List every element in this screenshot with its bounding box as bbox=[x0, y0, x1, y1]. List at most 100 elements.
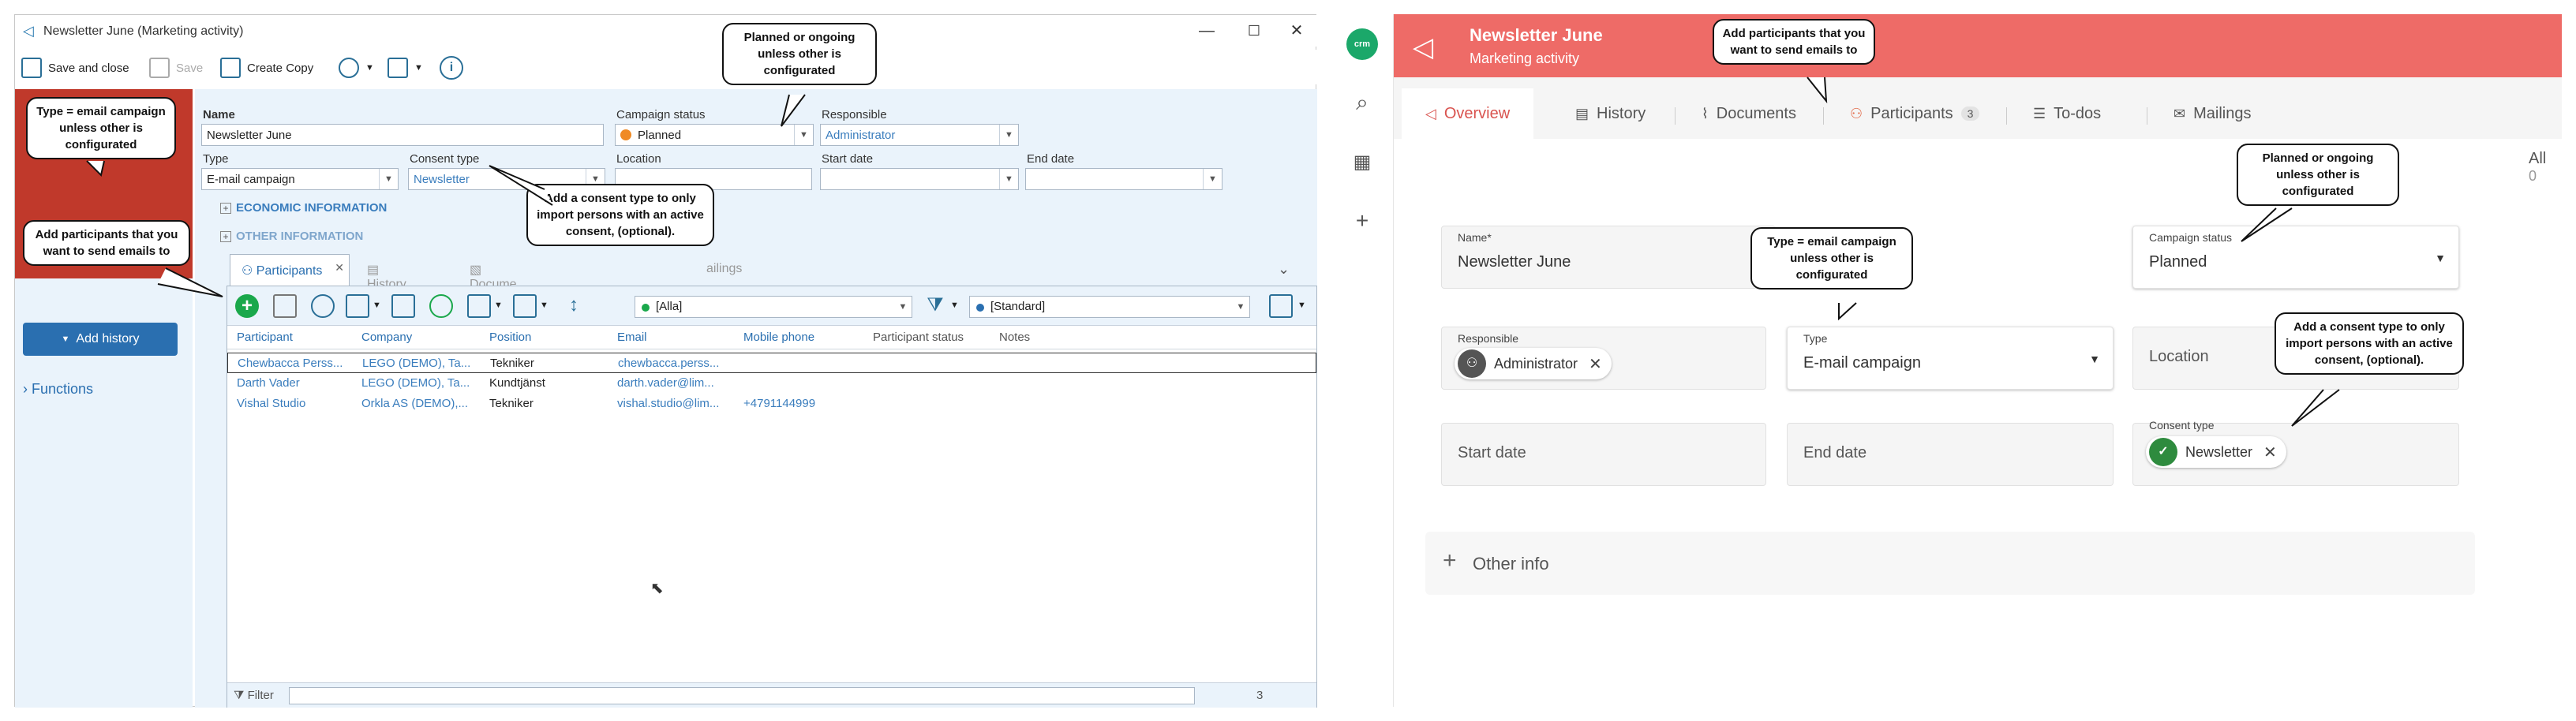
tab-todos[interactable]: ☰ To-dos bbox=[2009, 88, 2125, 139]
tab-overview[interactable]: ◁ Overview bbox=[1402, 88, 1534, 139]
name-field[interactable]: Name* Newsletter June bbox=[1441, 226, 1776, 289]
link-menu-button[interactable]: ▼ bbox=[339, 56, 374, 80]
col-position[interactable]: Position bbox=[489, 331, 531, 344]
tab-documents[interactable]: ▧ Docume bbox=[459, 254, 528, 291]
save-and-close-button[interactable]: Save and close bbox=[21, 56, 129, 80]
cell-participant[interactable]: Darth Vader bbox=[237, 376, 355, 390]
callout-consent: Add a consent type to only import person… bbox=[2275, 312, 2464, 375]
cell-company[interactable]: LEGO (DEMO), Ta... bbox=[361, 376, 481, 390]
cell-email[interactable]: darth.vader@lim... bbox=[617, 376, 736, 390]
other-information-section[interactable]: + OTHER INFORMATION bbox=[220, 230, 363, 243]
toolbar: Save and close Save Create Copy ▼ ▼ i bbox=[15, 50, 1317, 84]
consent-type-chip[interactable]: ✓ Newsletter ✕ bbox=[2146, 436, 2286, 468]
col-company[interactable]: Company bbox=[361, 331, 412, 344]
sort-icon[interactable]: ↕ bbox=[562, 294, 586, 318]
chevron-down-icon[interactable]: ▼ bbox=[950, 301, 959, 310]
consent-type-value: Newsletter bbox=[414, 173, 470, 186]
tab-mailings[interactable]: ailings bbox=[695, 254, 753, 286]
send-icon[interactable] bbox=[467, 294, 491, 318]
cell-participant[interactable]: Vishal Studio bbox=[237, 397, 355, 410]
collapse-chevron-icon[interactable]: ⌄ bbox=[1278, 261, 1290, 278]
remove-chip-icon[interactable]: ✕ bbox=[2263, 443, 2277, 462]
chevron-down-icon[interactable]: ▼ bbox=[494, 301, 503, 310]
tab-history[interactable]: ▤ History bbox=[356, 254, 417, 291]
other-info-expander[interactable]: + Other info bbox=[1425, 532, 2475, 595]
cell-company[interactable]: LEGO (DEMO), Ta... bbox=[362, 357, 482, 370]
end-date-field[interactable]: End date bbox=[1787, 423, 2114, 486]
campaign-status-field[interactable]: Campaign status Planned ▼ bbox=[2132, 226, 2459, 289]
tab-participants[interactable]: ⚇ Participants 3 bbox=[1826, 88, 2003, 139]
responsible-field[interactable]: Responsible ⚇ Administrator ✕ bbox=[1441, 327, 1766, 390]
cell-participant[interactable]: Chewbacca Perss... bbox=[238, 357, 356, 370]
callout-planned: Planned or ongoing unless other is confi… bbox=[722, 23, 877, 85]
cell-company[interactable]: Orkla AS (DEMO),... bbox=[361, 397, 481, 410]
cell-mobile[interactable]: +4791144999 bbox=[743, 397, 815, 410]
all-count: 0 bbox=[2529, 168, 2537, 184]
table-row[interactable]: Chewbacca Perss... LEGO (DEMO), Ta... Te… bbox=[227, 353, 1316, 373]
table-row[interactable]: Darth Vader LEGO (DEMO), Ta... Kundtjäns… bbox=[227, 373, 1316, 394]
cell-email[interactable]: vishal.studio@lim... bbox=[617, 397, 736, 410]
col-participant-status[interactable]: Participant status bbox=[873, 331, 964, 344]
tab-separator bbox=[1823, 107, 1824, 125]
view-select[interactable]: [Standard] ▼ bbox=[969, 296, 1250, 318]
add-icon[interactable]: + bbox=[1346, 205, 1378, 237]
tab-documents[interactable]: ⌇ Documents bbox=[1678, 88, 1820, 139]
chevron-down-icon[interactable]: ▼ bbox=[373, 301, 381, 310]
close-tab-icon[interactable]: ✕ bbox=[335, 261, 344, 275]
info-button[interactable]: i bbox=[440, 56, 463, 80]
col-email[interactable]: Email bbox=[617, 331, 647, 344]
filter-input[interactable] bbox=[289, 687, 1195, 704]
end-date-input[interactable]: ▼ bbox=[1025, 168, 1222, 190]
columns-icon[interactable] bbox=[1269, 294, 1293, 318]
view-select-value: [Standard] bbox=[990, 300, 1046, 313]
refresh-icon[interactable] bbox=[429, 294, 453, 318]
tab-participants[interactable]: ⚇ Participants ✕ bbox=[230, 254, 350, 286]
delete-icon[interactable] bbox=[273, 294, 297, 318]
grid-icon[interactable]: ▦ bbox=[1346, 147, 1378, 178]
start-date-input[interactable]: ▼ bbox=[820, 168, 1019, 190]
add-history-button[interactable]: ▼ Add history bbox=[23, 323, 178, 356]
type-field[interactable]: Type E-mail campaign ▼ bbox=[1787, 327, 2114, 390]
save-and-close-label: Save and close bbox=[48, 61, 129, 75]
chart-icon[interactable] bbox=[513, 294, 537, 318]
responsible-select[interactable]: Administrator ▼ bbox=[820, 124, 1019, 146]
filter-select[interactable]: [Alla] ▼ bbox=[635, 296, 912, 318]
chevron-down-icon[interactable]: ▼ bbox=[540, 301, 549, 310]
create-copy-button[interactable]: Create Copy bbox=[220, 56, 313, 80]
start-date-field[interactable]: Start date bbox=[1441, 423, 1766, 486]
chevron-down-icon[interactable]: ▼ bbox=[1297, 301, 1306, 310]
campaign-status-select[interactable]: Planned ▼ bbox=[615, 124, 814, 146]
callout-planned: Planned or ongoing unless other is confi… bbox=[2237, 144, 2399, 206]
search-icon[interactable]: ⌕ bbox=[1346, 87, 1378, 118]
table-row[interactable]: Vishal Studio Orkla AS (DEMO),... Teknik… bbox=[227, 394, 1316, 414]
economic-information-section[interactable]: + ECONOMIC INFORMATION bbox=[220, 201, 387, 215]
tab-history[interactable]: ▤ History bbox=[1552, 88, 1669, 139]
save-button[interactable]: Save bbox=[149, 56, 203, 80]
all-filter-tab[interactable]: All 0 bbox=[2529, 150, 2562, 196]
remove-list-icon[interactable] bbox=[391, 294, 415, 318]
remove-chip-icon[interactable]: ✕ bbox=[1589, 354, 1602, 374]
type-select[interactable]: E-mail campaign ▼ bbox=[201, 168, 399, 190]
crm-logo[interactable]: crm bbox=[1346, 28, 1378, 60]
add-list-icon[interactable] bbox=[346, 294, 369, 318]
col-notes[interactable]: Notes bbox=[999, 331, 1030, 344]
tab-mailings[interactable]: ✉ Mailings bbox=[2150, 88, 2275, 139]
name-input[interactable]: Newsletter June bbox=[201, 124, 604, 146]
col-mobile-phone[interactable]: Mobile phone bbox=[743, 331, 814, 344]
send-menu-button[interactable]: ▼ bbox=[388, 56, 423, 80]
cell-email[interactable]: chewbacca.perss... bbox=[618, 357, 736, 370]
type-value: E-mail campaign bbox=[207, 173, 295, 186]
add-participant-button[interactable]: + bbox=[235, 294, 259, 318]
tab-separator bbox=[2006, 107, 2007, 125]
campaign-status-label: Campaign status bbox=[2149, 231, 2233, 244]
close-button[interactable]: ✕ bbox=[1281, 20, 1312, 42]
functions-expander[interactable]: › Functions bbox=[23, 381, 93, 398]
minimize-button[interactable]: — bbox=[1191, 20, 1222, 42]
chevron-down-icon: ▼ bbox=[61, 334, 70, 344]
maximize-button[interactable]: ☐ bbox=[1238, 20, 1270, 42]
consent-type-field[interactable]: Consent type ✓ Newsletter ✕ bbox=[2132, 419, 2459, 486]
funnel-icon[interactable]: ⧩ bbox=[923, 294, 947, 318]
info-icon[interactable] bbox=[311, 294, 335, 318]
col-participant[interactable]: Participant bbox=[237, 331, 293, 344]
responsible-chip[interactable]: ⚇ Administrator ✕ bbox=[1455, 348, 1612, 379]
